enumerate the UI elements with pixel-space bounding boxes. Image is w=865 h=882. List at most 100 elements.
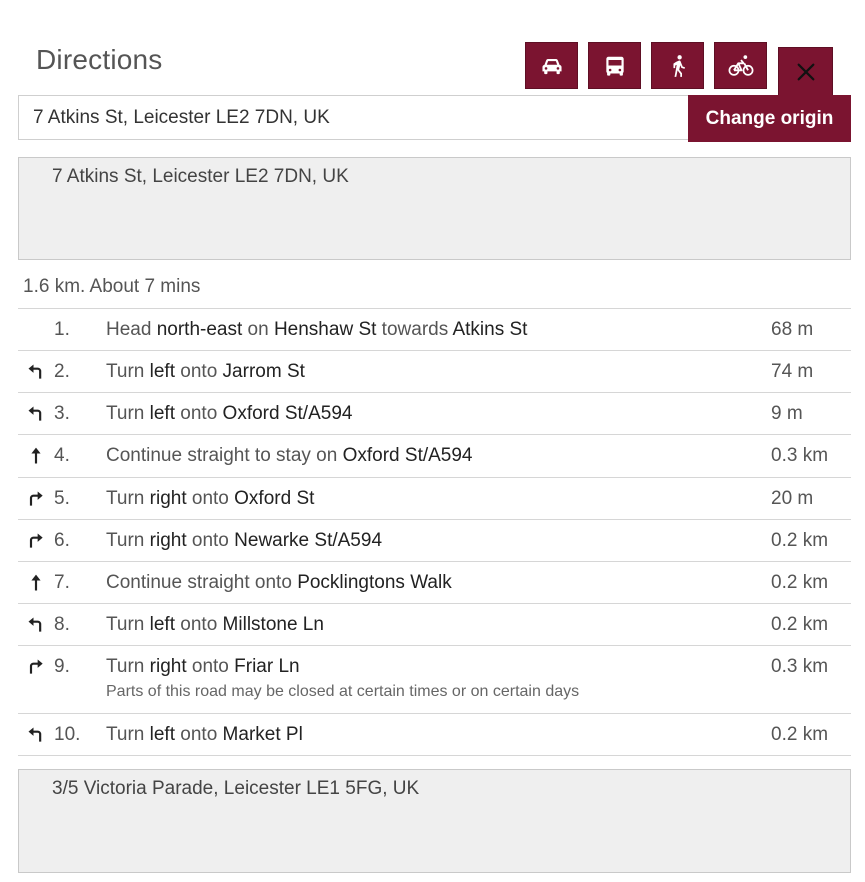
- bike-mode-button[interactable]: [714, 42, 767, 89]
- step-body: Turn left onto Market Pl: [106, 724, 771, 746]
- bus-icon: [605, 56, 624, 76]
- step-number: 5.: [54, 488, 70, 509]
- step-warning-note: Parts of this road may be closed at cert…: [106, 683, 580, 700]
- step-instruction: Turn right onto Friar Ln: [106, 656, 771, 678]
- direction-step[interactable]: 3. Turn left onto Oxford St/A594 9 m: [18, 393, 851, 435]
- step-keyword: Oxford St/A594: [342, 445, 473, 466]
- step-distance: 20 m: [771, 488, 814, 509]
- direction-step[interactable]: 7. Continue straight onto Pocklingtons Wa…: [18, 562, 851, 604]
- step-text-part: Turn: [106, 361, 150, 382]
- step-keyword: Oxford St/A594: [222, 403, 353, 424]
- direction-step[interactable]: 1. Head north-east on Henshaw St towards …: [18, 309, 851, 351]
- step-text-part: onto: [175, 361, 223, 382]
- step-text-part: onto: [186, 530, 235, 551]
- change-origin-button[interactable]: Change origin: [688, 95, 851, 142]
- step-number: 7.: [54, 572, 70, 593]
- step-keyword: Market Pl: [222, 724, 303, 745]
- step-keyword: left: [149, 361, 175, 382]
- step-body: Turn right onto Oxford St: [106, 488, 771, 510]
- step-distance: 0.2 km: [771, 724, 829, 745]
- step-text-part: Turn: [106, 488, 150, 509]
- step-instruction: Continue straight to stay on Oxford St/A…: [106, 445, 771, 467]
- step-text-part: Turn: [106, 724, 150, 745]
- turn-right-icon: [18, 530, 54, 552]
- direction-step[interactable]: 9. Turn right onto Friar Ln Parts of this …: [18, 646, 851, 714]
- step-instruction: Turn left onto Market Pl: [106, 724, 771, 746]
- direction-step[interactable]: 4. Continue straight to stay on Oxford St…: [18, 435, 851, 478]
- step-keyword: Friar Ln: [234, 656, 300, 677]
- step-instruction: Turn left onto Jarrom St: [106, 361, 771, 383]
- turn-left-icon: [18, 614, 54, 636]
- turn-right-icon: [18, 488, 54, 510]
- direction-step[interactable]: 6. Turn right onto Newarke St/A594 0.2 km: [18, 520, 851, 562]
- direction-step[interactable]: 2. Turn left onto Jarrom St 74 m: [18, 351, 851, 393]
- step-text-part: towards: [376, 319, 453, 340]
- step-text-part: Turn: [106, 403, 150, 424]
- straight-icon: [18, 445, 54, 467]
- straight-icon: [18, 572, 54, 594]
- step-distance: 0.3 km: [771, 656, 829, 677]
- step-body: Turn right onto Friar Ln Parts of this ro…: [106, 656, 771, 702]
- step-keyword: north-east: [156, 319, 243, 340]
- car-icon: [541, 58, 562, 74]
- step-text-part: Turn: [106, 530, 150, 551]
- turn-right-icon: [18, 656, 54, 678]
- step-number: 6.: [54, 530, 70, 551]
- close-icon: [797, 63, 814, 81]
- step-instruction: Turn left onto Oxford St/A594: [106, 403, 771, 425]
- turn-left-icon: [18, 361, 54, 383]
- walk-icon: [672, 54, 685, 77]
- panel-title: Directions: [36, 44, 163, 75]
- step-keyword: Newarke St/A594: [234, 530, 383, 551]
- step-body: Turn left onto Millstone Ln: [106, 614, 771, 636]
- step-text-part: Continue straight onto: [106, 572, 298, 593]
- step-keyword: left: [149, 403, 175, 424]
- bus-mode-button[interactable]: [588, 42, 641, 89]
- direction-step[interactable]: 5. Turn right onto Oxford St 20 m: [18, 478, 851, 520]
- walk-mode-button[interactable]: [651, 42, 704, 89]
- step-text-part: onto: [175, 724, 223, 745]
- directions-steps-list: 1. Head north-east on Henshaw St towards …: [18, 308, 851, 756]
- step-text-part: onto: [186, 488, 235, 509]
- step-instruction: Turn left onto Millstone Ln: [106, 614, 771, 636]
- step-distance: 0.3 km: [771, 445, 829, 466]
- step-instruction: Turn right onto Oxford St: [106, 488, 771, 510]
- step-keyword: Oxford St: [234, 488, 315, 509]
- car-mode-button[interactable]: [525, 42, 578, 89]
- step-body: Head north-east on Henshaw St towards At…: [106, 319, 771, 341]
- step-instruction: Head north-east on Henshaw St towards At…: [106, 319, 771, 341]
- turn-left-icon: [18, 403, 54, 425]
- step-text-part: onto: [175, 403, 223, 424]
- step-body: Continue straight to stay on Oxford St/A…: [106, 445, 771, 467]
- direction-step[interactable]: 10. Turn left onto Market Pl 0.2 km: [18, 714, 851, 756]
- step-text-part: Head: [106, 319, 157, 340]
- step-keyword: right: [149, 530, 187, 551]
- step-number: 9.: [54, 656, 70, 677]
- step-keyword: Henshaw St: [273, 319, 377, 340]
- step-body: Continue straight onto Pocklingtons Walk: [106, 572, 771, 594]
- bicycle-icon: [728, 54, 753, 76]
- step-number: 3.: [54, 403, 70, 424]
- start-address-box: 7 Atkins St, Leicester LE2 7DN, UK: [18, 157, 851, 260]
- direction-step[interactable]: 8. Turn left onto Millstone Ln 0.2 km: [18, 604, 851, 646]
- step-body: Turn left onto Jarrom St: [106, 361, 771, 383]
- step-keyword: right: [149, 656, 187, 677]
- step-number: 8.: [54, 614, 70, 635]
- step-keyword: Jarrom St: [222, 361, 305, 382]
- step-text-part: on: [242, 319, 274, 340]
- step-number: 4.: [54, 445, 70, 466]
- end-address-box: 3/5 Victoria Parade, Leicester LE1 5FG, …: [18, 769, 851, 873]
- turn-left-icon: [18, 724, 54, 746]
- step-body: Turn right onto Newarke St/A594: [106, 530, 771, 552]
- step-text-part: Turn: [106, 614, 150, 635]
- step-distance: 68 m: [771, 319, 814, 340]
- origin-input[interactable]: [18, 95, 690, 140]
- close-button[interactable]: [778, 47, 833, 97]
- step-icon-empty: [18, 319, 54, 341]
- step-text-part: onto: [186, 656, 235, 677]
- step-instruction: Continue straight onto Pocklingtons Walk: [106, 572, 771, 594]
- step-number: 10.: [54, 724, 81, 745]
- step-keyword: left: [149, 724, 175, 745]
- step-text-part: onto: [175, 614, 223, 635]
- step-keyword: Pocklingtons Walk: [297, 572, 452, 593]
